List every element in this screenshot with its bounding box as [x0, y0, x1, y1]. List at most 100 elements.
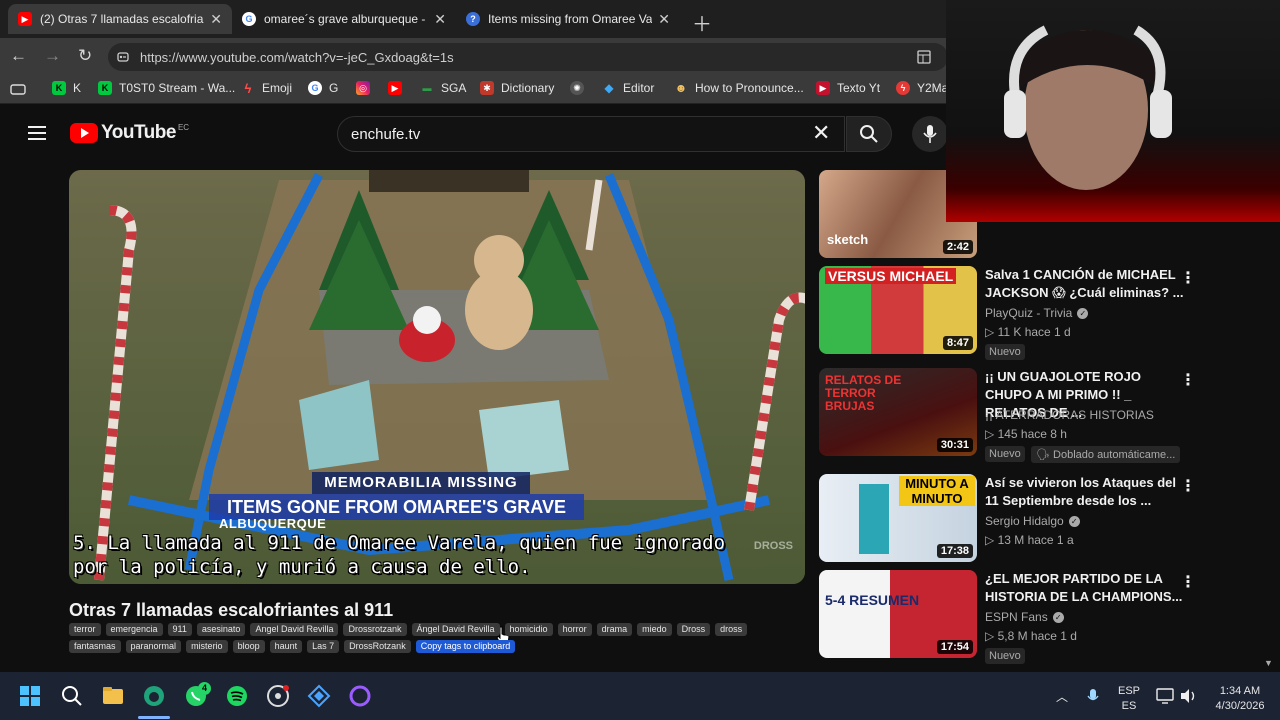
steam-icon[interactable] [266, 684, 290, 708]
channel-name[interactable]: ESPN Fans ✓ [985, 610, 1064, 624]
tag-chip[interactable]: drama [596, 623, 633, 636]
video-player[interactable]: MEMORABILIA MISSING ITEMS GONE FROM OMAR… [69, 170, 805, 584]
tag-chip[interactable]: fantasmas [69, 640, 121, 653]
channel-name[interactable]: PlayQuiz - Trivia ✓ [985, 306, 1089, 320]
scroll-down-arrow-icon[interactable]: ▼ [1264, 658, 1273, 668]
bookmark-how-to-pronounce[interactable]: ☻ How to Pronounce... [674, 81, 804, 95]
video-thumbnail[interactable]: MINUTO A MINUTO 17:38 [819, 474, 977, 562]
more-options-icon[interactable]: ⋮ [1180, 370, 1196, 390]
url-input[interactable]: https://www.youtube.com/watch?v=-jeC_Gxd… [108, 43, 948, 71]
tag-chip[interactable]: Las 7 [307, 640, 340, 653]
reload-icon[interactable]: ↻ [78, 46, 92, 66]
tag-chip[interactable]: asesinato [196, 623, 246, 636]
recommendation-title[interactable]: Salva 1 CANCIÓN de MICHAEL JACKSON 😱 ¿Cu… [985, 266, 1185, 302]
bookmark-editor[interactable]: ◆ Editor [602, 81, 654, 95]
bookmark-dictionary[interactable]: ✱ Dictionary [480, 81, 554, 95]
recommendation-title[interactable]: ¿EL MEJOR PARTIDO DE LA HISTORIA DE LA C… [985, 570, 1185, 606]
recommendation-item[interactable]: VERSUS MICHAEL 8:47 Salva 1 CANCIÓN de M… [819, 266, 1239, 360]
tag-chip[interactable]: haunt [269, 640, 303, 653]
bookmark-y2mate[interactable]: ϟ Y2Ma [896, 81, 948, 95]
bookmark-k[interactable]: KK [52, 81, 81, 95]
streamer-face [1004, 25, 1172, 190]
tag-chip[interactable]: Drossrotzank [343, 623, 407, 636]
verified-check-icon: ✓ [1077, 307, 1089, 319]
tag-chip[interactable]: Angel David Revilla [250, 623, 339, 636]
tag-chip[interactable]: homicidio [504, 623, 553, 636]
microphone-icon [923, 125, 937, 143]
back-arrow-icon[interactable]: ← [10, 46, 27, 66]
bookmark-youtube[interactable]: ▶ [388, 81, 409, 95]
bookmark-openai[interactable]: ✺ [570, 81, 591, 95]
system-clock[interactable]: 1:34 AM 4/30/2026 [1204, 684, 1276, 714]
video-thumbnail[interactable]: 5-4 RESUMEN 17:54 [819, 570, 977, 658]
duration-badge: 2:42 [942, 240, 973, 254]
tag-chip[interactable]: 911 [167, 623, 192, 636]
dictionary-icon: ✱ [480, 81, 494, 95]
tag-chip[interactable]: horror [557, 623, 592, 636]
search-button[interactable] [846, 116, 892, 152]
assistant-ring-icon[interactable] [348, 684, 372, 708]
more-options-icon[interactable]: ⋮ [1180, 268, 1196, 288]
recommendation-title[interactable]: Así se vivieron los Ataques del 11 Septi… [985, 474, 1185, 510]
app-diamond-icon[interactable] [307, 684, 331, 708]
video-thumbnail[interactable]: RELATOS DE TERROR BRUJAS 30:31 [819, 368, 977, 456]
bookmark-instagram[interactable]: ◎ [356, 81, 377, 95]
network-monitor-icon[interactable] [1156, 688, 1174, 704]
tab-title: omaree´s grave alburqueque - Bus [264, 12, 428, 26]
microphone-icon[interactable] [1087, 688, 1099, 706]
tag-chip[interactable]: miedo [637, 623, 672, 636]
search-icon[interactable] [60, 684, 84, 708]
tag-chip[interactable]: emergencia [105, 623, 163, 636]
tag-chip[interactable]: Dross [676, 623, 711, 636]
close-icon[interactable]: ✕ [210, 11, 222, 28]
more-options-icon[interactable]: ⋮ [1180, 572, 1196, 592]
install-app-icon[interactable] [916, 49, 932, 65]
tag-chip[interactable]: paranormal [125, 640, 182, 653]
bookmark-sga[interactable]: ▬ SGA [420, 81, 467, 95]
bookmark-texto-yt[interactable]: ▶ Texto Yt [816, 81, 880, 95]
video-thumbnail[interactable]: VERSUS MICHAEL 8:47 [819, 266, 977, 354]
recommendation-item[interactable]: MINUTO A MINUTO 17:38 Así se vivieron lo… [819, 474, 1239, 566]
tab-search-icon[interactable] [10, 83, 26, 96]
more-options-icon[interactable]: ⋮ [1180, 476, 1196, 496]
duration-badge: 8:47 [942, 336, 973, 350]
recommendation-item[interactable]: 5-4 RESUMEN 17:54 ¿EL MEJOR PARTIDO DE L… [819, 570, 1239, 664]
views-and-age: ▷ 145 hace 8 h [985, 427, 1067, 441]
sga-icon: ▬ [422, 83, 432, 93]
close-icon[interactable]: ✕ [434, 11, 446, 28]
bookmark-emoji[interactable]: ϟ Emoji [241, 81, 292, 96]
language-indicator[interactable]: ESP ES [1112, 684, 1146, 714]
hamburger-menu-icon[interactable] [28, 126, 46, 140]
windows-start-icon[interactable] [18, 684, 42, 708]
youtube-logo[interactable]: YouTube EC [70, 122, 189, 144]
spotify-icon[interactable] [225, 684, 249, 708]
show-hidden-icons-chevron-icon[interactable]: ︿ [1056, 688, 1068, 705]
tag-chip[interactable]: terror [69, 623, 101, 636]
bookmark-g[interactable]: GG [308, 81, 338, 95]
tab-youtube[interactable]: ▶ (2) Otras 7 llamadas escalofriantes ✕ [8, 4, 232, 34]
forward-arrow-icon[interactable]: → [44, 46, 61, 66]
edge-browser-icon[interactable] [142, 684, 166, 708]
close-icon[interactable]: ✕ [658, 11, 670, 28]
voice-search-button[interactable] [912, 116, 948, 152]
file-explorer-icon[interactable] [101, 684, 125, 708]
tag-chip[interactable]: Ángel David Revilla [411, 623, 500, 636]
bookmark-tosto-stream[interactable]: K T0ST0 Stream - Wa... [98, 81, 235, 95]
tab-google-search[interactable]: G omaree´s grave alburqueque - Bus ✕ [232, 4, 456, 34]
clear-search-icon[interactable]: ✕ [812, 120, 830, 146]
tag-chip[interactable]: bloop [232, 640, 265, 653]
volume-icon[interactable] [1180, 688, 1198, 704]
subtitle-line-1: 5. La llamada al 911 de Omaree Varela, q… [73, 532, 726, 554]
site-info-icon[interactable] [116, 50, 130, 64]
copy-tags-button[interactable]: Copy tags to clipboard [415, 640, 516, 653]
tag-chip[interactable]: misterio [186, 640, 228, 653]
tag-chip[interactable]: dross [715, 623, 748, 636]
channel-name[interactable]: ¡¡ ATERRADORAS HISTORIAS [985, 408, 1154, 422]
recommendation-item[interactable]: RELATOS DE TERROR BRUJAS 30:31 ¡¡ UN GUA… [819, 368, 1239, 463]
auto-dubbed-badge: 🗣 Doblado automáticame... [1031, 446, 1181, 463]
channel-name[interactable]: Sergio Hidalgo ✓ [985, 514, 1080, 528]
search-input[interactable]: enchufe.tv [337, 116, 845, 152]
new-tab-plus-icon[interactable]: ＋ [692, 8, 712, 37]
tab-items-missing[interactable]: ? Items missing from Omaree Varela ✕ [456, 4, 680, 34]
tag-chip[interactable]: DrossRotzank [344, 640, 411, 653]
